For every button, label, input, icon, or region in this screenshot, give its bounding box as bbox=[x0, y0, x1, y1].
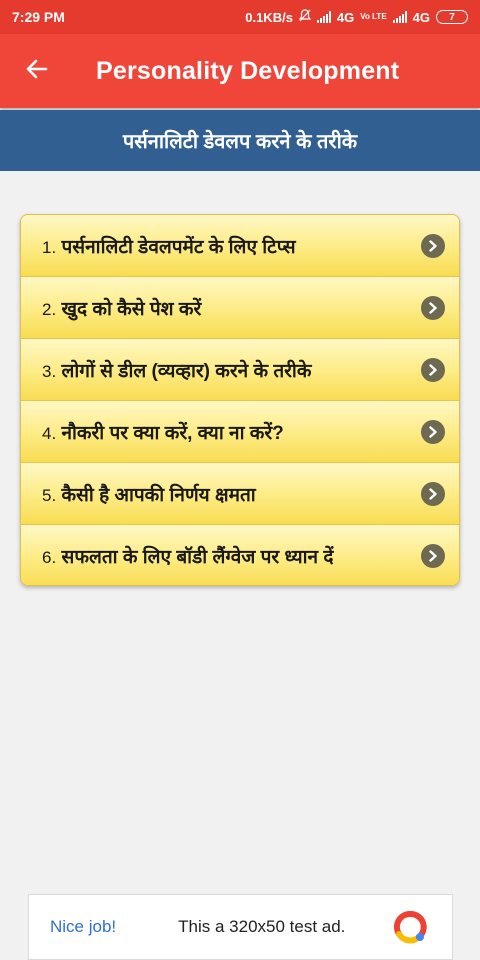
menu-item-number: 6. bbox=[42, 548, 57, 567]
menu-item-text: कैसी है आपकी निर्णय क्षमता bbox=[61, 484, 256, 506]
menu-item-label: 4. नौकरी पर क्या करें, क्या ना करें? bbox=[42, 419, 284, 445]
menu-item-6[interactable]: 6. सफलता के लिए बॉडी लैंग्वेज पर ध्यान द… bbox=[21, 525, 459, 585]
menu-item-1[interactable]: 1. पर्सनालिटी डेवलपमेंट के लिए टिप्स bbox=[21, 215, 459, 277]
menu-item-label: 3. लोगों से डील (व्यव्हार) करने के तरीके bbox=[42, 357, 311, 383]
menu-item-text: नौकरी पर क्या करें, क्या ना करें? bbox=[61, 422, 284, 444]
mute-bell-icon bbox=[298, 9, 312, 25]
chevron-right-circle-icon bbox=[421, 295, 445, 320]
menu-item-label: 2. खुद को कैसे पेश करें bbox=[42, 295, 201, 321]
signal-strength-icon bbox=[316, 11, 331, 23]
menu-item-text: लोगों से डील (व्यव्हार) करने के तरीके bbox=[61, 360, 312, 382]
menu-list: 1. पर्सनालिटी डेवलपमेंट के लिए टिप्स 2. … bbox=[20, 214, 460, 586]
menu-item-2[interactable]: 2. खुद को कैसे पेश करें bbox=[21, 277, 459, 339]
menu-item-number: 1. bbox=[42, 237, 57, 257]
menu-item-label: 1. पर्सनालिटी डेवलपमेंट के लिए टिप्स bbox=[42, 233, 296, 259]
signal-strength-icon-2 bbox=[392, 11, 407, 23]
menu-item-5[interactable]: 5. कैसी है आपकी निर्णय क्षमता bbox=[21, 463, 459, 525]
app-title: Personality Development bbox=[96, 56, 400, 85]
menu-item-number: 2. bbox=[42, 299, 57, 319]
menu-item-4[interactable]: 4. नौकरी पर क्या करें, क्या ना करें? bbox=[21, 401, 459, 463]
section-header: पर्सनालिटी डेवलप करने के तरीके bbox=[0, 110, 480, 171]
chevron-right-circle-icon bbox=[421, 233, 445, 258]
battery-icon: 7 bbox=[436, 10, 468, 24]
menu-item-number: 5. bbox=[42, 485, 57, 505]
arrow-left-icon bbox=[25, 57, 49, 86]
app-bar: Personality Development bbox=[0, 34, 480, 108]
ad-text: This a 320x50 test ad. bbox=[178, 917, 346, 936]
chevron-right-circle-icon bbox=[421, 481, 445, 506]
chevron-right-circle-icon bbox=[421, 544, 445, 568]
status-time: 7:29 PM bbox=[12, 9, 65, 25]
menu-item-text: सफलता के लिए बॉडी लैंग्वेज पर ध्यान दें bbox=[61, 547, 334, 568]
section-title: पर्सनालिटी डेवलप करने के तरीके bbox=[122, 131, 358, 153]
ad-headline: Nice job! bbox=[50, 917, 117, 936]
volte-badge: Vo LTE bbox=[360, 12, 387, 21]
menu-item-number: 3. bbox=[42, 361, 57, 381]
menu-item-number: 4. bbox=[42, 423, 57, 443]
status-indicators: 0.1KB/s 4G Vo LTE 4G 7 bbox=[245, 9, 468, 25]
menu-item-text: पर्सनालिटी डेवलपमेंट के लिए टिप्स bbox=[61, 236, 296, 258]
network-type-2: 4G bbox=[412, 9, 430, 25]
status-bar: 7:29 PM 0.1KB/s 4G Vo LTE 4G 7 bbox=[0, 0, 480, 34]
ad-logo-icon bbox=[393, 910, 428, 944]
battery-level: 7 bbox=[449, 11, 455, 23]
net-speed: 0.1KB/s bbox=[245, 9, 293, 25]
menu-item-label: 5. कैसी है आपकी निर्णय क्षमता bbox=[42, 481, 256, 507]
ad-banner[interactable]: Nice job! This a 320x50 test ad. bbox=[28, 894, 453, 960]
chevron-right-circle-icon bbox=[421, 357, 445, 382]
chevron-right-circle-icon bbox=[421, 419, 445, 444]
menu-item-label: 6. सफलता के लिए बॉडी लैंग्वेज पर ध्यान द… bbox=[42, 543, 333, 569]
menu-item-3[interactable]: 3. लोगों से डील (व्यव्हार) करने के तरीके bbox=[21, 339, 459, 401]
back-button[interactable] bbox=[16, 50, 58, 92]
menu-item-text: खुद को कैसे पेश करें bbox=[61, 298, 202, 320]
network-type-1: 4G bbox=[336, 9, 355, 25]
